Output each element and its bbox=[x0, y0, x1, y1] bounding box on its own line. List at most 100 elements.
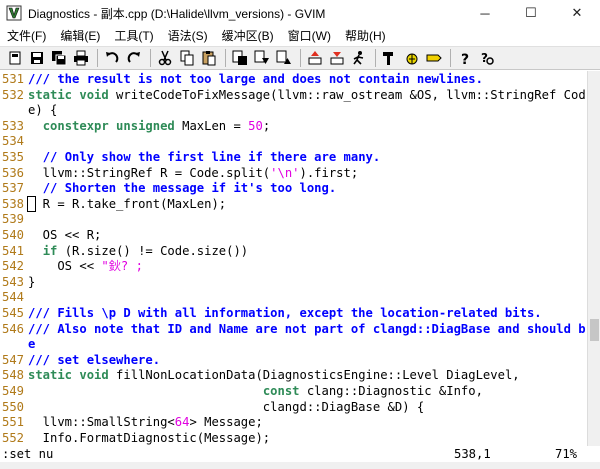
code-line[interactable]: 547 /// set elsewhere. bbox=[0, 353, 587, 369]
code-line[interactable]: 535 // Only show the first line if there… bbox=[0, 150, 587, 166]
line-number: 552 bbox=[1, 430, 24, 445]
code-token: constexpr unsigned bbox=[42, 118, 175, 133]
code-line[interactable]: 543} bbox=[0, 275, 587, 291]
code-token: llvm::StringRef R = Code.split( bbox=[28, 165, 271, 180]
print-icon[interactable] bbox=[71, 48, 91, 68]
code-line[interactable]: 536 llvm::StringRef R = Code.split('\n')… bbox=[0, 166, 587, 182]
toolbar-separator bbox=[450, 49, 451, 67]
code-token: /// Fills \p D with all information, exc… bbox=[28, 306, 542, 320]
maximize-button[interactable]: ☐ bbox=[508, 0, 554, 26]
minimize-button[interactable]: ─ bbox=[462, 0, 508, 26]
save-icon[interactable] bbox=[27, 48, 47, 68]
close-button[interactable]: ✕ bbox=[554, 0, 600, 26]
line-number: 531 bbox=[1, 72, 24, 86]
line-number: 538 bbox=[1, 196, 24, 211]
line-number: 536 bbox=[1, 165, 24, 180]
line-number: 546 bbox=[1, 321, 24, 336]
gvim-logo-icon bbox=[6, 5, 22, 21]
shell-icon[interactable] bbox=[402, 48, 422, 68]
help-icon[interactable]: ? bbox=[455, 48, 475, 68]
scroll-percent: 71% bbox=[555, 447, 578, 461]
code-line[interactable]: 546 /// Also note that ID and Name are no… bbox=[0, 322, 587, 338]
line-number: 539 bbox=[1, 212, 24, 227]
code-token: /// Also note that ID and Name are not p… bbox=[28, 321, 586, 336]
code-token: "鈥? ; bbox=[101, 259, 143, 274]
find-help-icon[interactable]: ? bbox=[477, 48, 497, 68]
code-line[interactable]: e bbox=[0, 337, 587, 353]
code-line[interactable]: 533 constexpr unsigned MaxLen = 50; bbox=[0, 119, 587, 135]
code-token: llvm::SmallString< bbox=[28, 415, 175, 430]
save-all-icon[interactable] bbox=[49, 48, 69, 68]
code-line[interactable]: 552 Info.FormatDiagnostic(Message); bbox=[0, 431, 587, 446]
menu-tools[interactable]: 工具(T) bbox=[107, 26, 160, 46]
redo-icon[interactable] bbox=[124, 48, 144, 68]
toolbar-separator bbox=[225, 49, 226, 67]
find-prev-icon[interactable] bbox=[274, 48, 294, 68]
code-token: /// the result is not too large and does… bbox=[28, 72, 483, 86]
code-token: e bbox=[28, 337, 36, 352]
copy-icon[interactable] bbox=[177, 48, 197, 68]
code-line[interactable]: 534 bbox=[0, 134, 587, 150]
code-line[interactable]: 532 static void writeCodeToFixMessage(llv… bbox=[0, 88, 587, 104]
code-token: // Only show the first line if there are… bbox=[42, 150, 381, 164]
toolbar-separator bbox=[300, 49, 301, 67]
code-line[interactable]: e) { bbox=[0, 103, 587, 119]
code-line[interactable]: 537 // Shorten the message if it's too l… bbox=[0, 181, 587, 197]
code-token: writeCodeToFixMessage(llvm::raw_ostream … bbox=[108, 87, 586, 102]
paste-icon[interactable] bbox=[199, 48, 219, 68]
code-token: clang::Diagnostic &Info, bbox=[299, 384, 483, 398]
command-line[interactable]: :set nu 538,1 71% bbox=[0, 446, 600, 462]
code-token: const bbox=[262, 384, 300, 398]
code-line[interactable]: 540 OS << R; bbox=[0, 228, 587, 244]
code-line[interactable]: 541 if (R.size() != Code.size()) bbox=[0, 244, 587, 260]
line-number: 532 bbox=[1, 87, 24, 102]
menu-help[interactable]: 帮助(H) bbox=[338, 26, 393, 46]
menu-edit[interactable]: 编辑(E) bbox=[53, 26, 107, 46]
code-line[interactable]: 551 llvm::SmallString<64> Message; bbox=[0, 415, 587, 431]
code-line[interactable]: 549 const clang::Diagnostic &Info, bbox=[0, 384, 587, 400]
code-token: } bbox=[28, 274, 36, 289]
title-bar: Diagnostics - 副本.cpp (D:\Halide\llvm_ver… bbox=[0, 0, 600, 26]
code-token: fillNonLocationData(DiagnosticsEngine::L… bbox=[108, 368, 520, 383]
menu-buffers[interactable]: 缓冲区(B) bbox=[215, 26, 281, 46]
menu-syntax[interactable]: 语法(S) bbox=[161, 26, 215, 46]
code-line[interactable]: 531 /// the result is not too large and d… bbox=[0, 72, 587, 88]
menu-bar: 文件(F) 编辑(E) 工具(T) 语法(S) 缓冲区(B) 窗口(W) 帮助(… bbox=[0, 26, 600, 46]
find-replace-icon[interactable] bbox=[230, 48, 250, 68]
toolbar-separator bbox=[150, 49, 151, 67]
code-line[interactable]: 542 OS << "鈥? ; bbox=[0, 259, 587, 275]
line-number: 542 bbox=[1, 259, 24, 274]
code-line[interactable]: 544 bbox=[0, 290, 587, 306]
line-number: 550 bbox=[1, 399, 24, 414]
run-script-icon[interactable] bbox=[349, 48, 369, 68]
code-token: OS << bbox=[28, 259, 102, 274]
tags-icon[interactable] bbox=[424, 48, 444, 68]
code-editor[interactable]: 531 /// the result is not too large and d… bbox=[0, 71, 587, 446]
code-line[interactable]: 550 clangd::DiagBase &D) { bbox=[0, 400, 587, 416]
vertical-scrollbar[interactable] bbox=[587, 71, 600, 446]
code-token: ; bbox=[262, 118, 271, 133]
code-token: OS << R; bbox=[28, 228, 102, 242]
load-session-icon[interactable] bbox=[305, 48, 325, 68]
line-number: 549 bbox=[1, 384, 24, 398]
code-line[interactable]: 545 /// Fills \p D with all information, … bbox=[0, 306, 587, 322]
code-line[interactable]: 548 static void fillNonLocationData(Diagn… bbox=[0, 368, 587, 384]
code-token: if bbox=[42, 243, 58, 258]
code-line[interactable]: 539 bbox=[0, 212, 587, 228]
scrollbar-thumb[interactable] bbox=[590, 319, 599, 341]
code-line[interactable]: 538 R = R.take_front(MaxLen); bbox=[0, 195, 587, 213]
line-number: 537 bbox=[1, 181, 24, 196]
make-icon[interactable] bbox=[380, 48, 400, 68]
cut-icon[interactable] bbox=[155, 48, 175, 68]
open-icon[interactable] bbox=[5, 48, 25, 68]
find-next-icon[interactable] bbox=[252, 48, 272, 68]
menu-window[interactable]: 窗口(W) bbox=[281, 26, 338, 46]
menu-file[interactable]: 文件(F) bbox=[0, 26, 53, 46]
code-token: // Shorten the message if it's too long. bbox=[42, 181, 337, 196]
undo-icon[interactable] bbox=[102, 48, 122, 68]
window-title: Diagnostics - 副本.cpp (D:\Halide\llvm_ver… bbox=[28, 6, 326, 21]
save-session-icon[interactable] bbox=[327, 48, 347, 68]
